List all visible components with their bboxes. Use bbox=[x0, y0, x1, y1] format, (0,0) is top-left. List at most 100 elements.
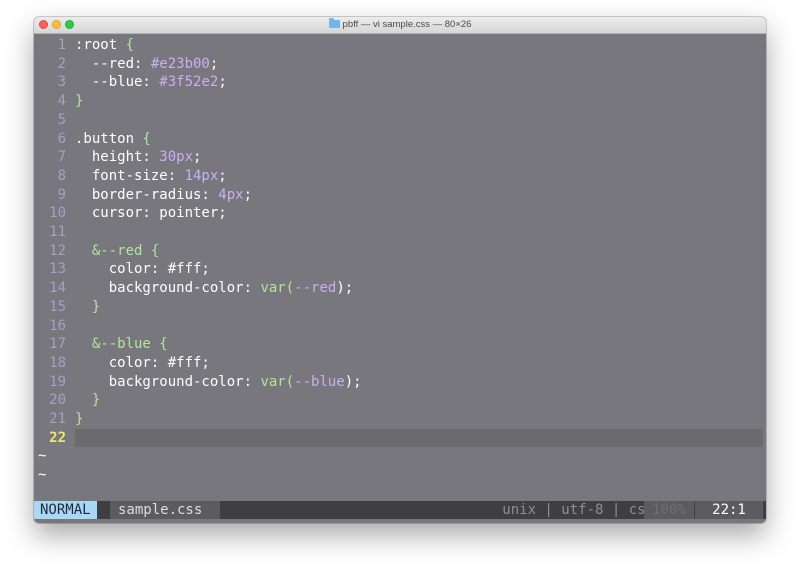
code-token: border-radius: bbox=[75, 186, 219, 203]
status-line: NORMAL sample.css unix | utf-8 | css 100… bbox=[34, 501, 766, 519]
code-token: #e23b00 bbox=[150, 55, 210, 72]
code-text: } bbox=[75, 298, 100, 317]
code-token: --red bbox=[294, 280, 337, 297]
code-line[interactable]: 13 color: #fff; bbox=[34, 260, 766, 279]
code-text: } bbox=[75, 92, 83, 111]
terminal-window: pbff — vi sample.css — 80×26 1:root {2 -… bbox=[34, 17, 766, 523]
empty-buffer-line: ~ bbox=[34, 447, 766, 466]
code-line[interactable]: 12 &--red { bbox=[34, 242, 766, 261]
code-token: 4px bbox=[218, 186, 244, 203]
tilde-marker: ~ bbox=[38, 467, 47, 484]
code-line[interactable]: 10 cursor: pointer; bbox=[34, 204, 766, 223]
line-number: 2 bbox=[57, 55, 66, 72]
code-line[interactable]: 11 bbox=[34, 223, 766, 242]
line-number: 17 bbox=[49, 336, 66, 353]
window-title: pbff — vi sample.css — 80×26 bbox=[34, 17, 766, 33]
code-token: 14px bbox=[184, 167, 219, 184]
line-number: 9 bbox=[57, 186, 66, 203]
code-token: :root bbox=[75, 37, 126, 53]
code-text: &--blue { bbox=[75, 335, 168, 354]
line-number: 11 bbox=[49, 224, 66, 240]
code-line[interactable]: 2 --red: #e23b00; bbox=[34, 55, 766, 74]
code-line[interactable]: 19 background-color: var(--blue); bbox=[34, 373, 766, 392]
editor-buffer[interactable]: 1:root {2 --red: #e23b00; 3 --blue: #3f52… bbox=[34, 34, 766, 499]
code-text: .button { bbox=[75, 130, 151, 149]
code-token: .button bbox=[75, 130, 143, 147]
code-text: } bbox=[75, 391, 100, 410]
line-number: 8 bbox=[57, 167, 66, 184]
code-token: ; bbox=[209, 55, 219, 72]
title-bar[interactable]: pbff — vi sample.css — 80×26 bbox=[34, 17, 766, 34]
code-text: } bbox=[75, 410, 83, 429]
code-line[interactable]: 22 bbox=[34, 428, 766, 448]
code-token: --blue bbox=[294, 373, 345, 390]
code-token: ; bbox=[218, 74, 227, 91]
code-token: ); bbox=[336, 280, 354, 297]
code-line[interactable]: 8 font-size: 14px; bbox=[34, 167, 766, 186]
code-token: --blue: bbox=[75, 74, 160, 91]
code-token: color: #fff; bbox=[75, 354, 210, 371]
line-number: 10 bbox=[49, 205, 66, 222]
line-number: 5 bbox=[57, 111, 66, 128]
code-token: &--blue bbox=[75, 336, 160, 353]
code-token: ; bbox=[193, 149, 202, 166]
code-token: height: bbox=[75, 149, 160, 166]
code-token: ); bbox=[344, 373, 362, 390]
line-number: 4 bbox=[57, 93, 66, 110]
code-line[interactable]: 15 } bbox=[34, 298, 766, 317]
code-text: --red: #e23b00; bbox=[75, 55, 218, 74]
cursor-line-highlight bbox=[75, 428, 763, 448]
code-token: } bbox=[75, 411, 84, 427]
line-number: 19 bbox=[49, 373, 66, 390]
code-token: { bbox=[125, 37, 135, 53]
code-text: --blue: #3f52e2; bbox=[75, 73, 227, 92]
line-number: 15 bbox=[49, 298, 66, 315]
tilde-marker: ~ bbox=[38, 448, 47, 465]
line-number: 22 bbox=[49, 429, 66, 446]
code-token: color: #fff; bbox=[75, 261, 210, 278]
code-line[interactable]: 1:root { bbox=[34, 36, 766, 55]
cursor-position: 22:1 bbox=[695, 501, 763, 519]
code-line[interactable]: 6 .button { bbox=[34, 130, 766, 149]
code-text: color: #fff; bbox=[75, 260, 210, 279]
line-number: 14 bbox=[49, 280, 66, 297]
code-line[interactable]: 20 } bbox=[34, 391, 766, 410]
code-line[interactable]: 7 height: 30px; bbox=[34, 148, 766, 167]
code-line[interactable]: 4} bbox=[34, 92, 766, 111]
folder-icon bbox=[328, 18, 340, 28]
code-token: var( bbox=[260, 373, 295, 390]
code-token: { bbox=[150, 242, 160, 259]
file-format-info: unix | utf-8 | css bbox=[502, 502, 654, 518]
code-line[interactable]: 21} bbox=[34, 410, 766, 429]
code-line[interactable]: 14 background-color: var(--red); bbox=[34, 279, 766, 298]
code-text: height: 30px; bbox=[75, 148, 202, 167]
code-token: } bbox=[75, 298, 101, 315]
line-number: 6 bbox=[57, 130, 66, 147]
code-token: cursor: pointer; bbox=[75, 205, 227, 222]
code-token: { bbox=[142, 130, 151, 147]
code-token: } bbox=[75, 392, 101, 409]
code-token: &--red bbox=[75, 242, 151, 259]
code-line[interactable]: 16 bbox=[34, 317, 766, 336]
line-number: 18 bbox=[49, 354, 66, 371]
code-line[interactable]: 9 border-radius: 4px; bbox=[34, 186, 766, 205]
code-line[interactable]: 17 &--blue { bbox=[34, 335, 766, 354]
code-line[interactable]: 3 --blue: #3f52e2; bbox=[34, 73, 766, 92]
code-token: ; bbox=[243, 186, 253, 203]
code-text: font-size: 14px; bbox=[75, 167, 227, 186]
empty-buffer-line: ~ bbox=[34, 466, 766, 485]
code-text: background-color: var(--blue); bbox=[75, 373, 362, 392]
line-number: 20 bbox=[49, 392, 66, 409]
code-token: #3f52e2 bbox=[159, 74, 219, 91]
code-line[interactable]: 18 color: #fff; bbox=[34, 354, 766, 373]
line-number: 16 bbox=[49, 317, 66, 334]
mode-indicator: NORMAL bbox=[34, 501, 97, 519]
code-text: &--red { bbox=[75, 242, 159, 261]
code-text: background-color: var(--red); bbox=[75, 279, 353, 298]
code-token: background-color: bbox=[75, 373, 261, 390]
line-number: 13 bbox=[49, 261, 66, 278]
line-number: 7 bbox=[57, 149, 66, 166]
code-line[interactable]: 5 bbox=[34, 111, 766, 130]
code-token: ; bbox=[218, 167, 227, 184]
status-filename: sample.css bbox=[110, 501, 220, 519]
